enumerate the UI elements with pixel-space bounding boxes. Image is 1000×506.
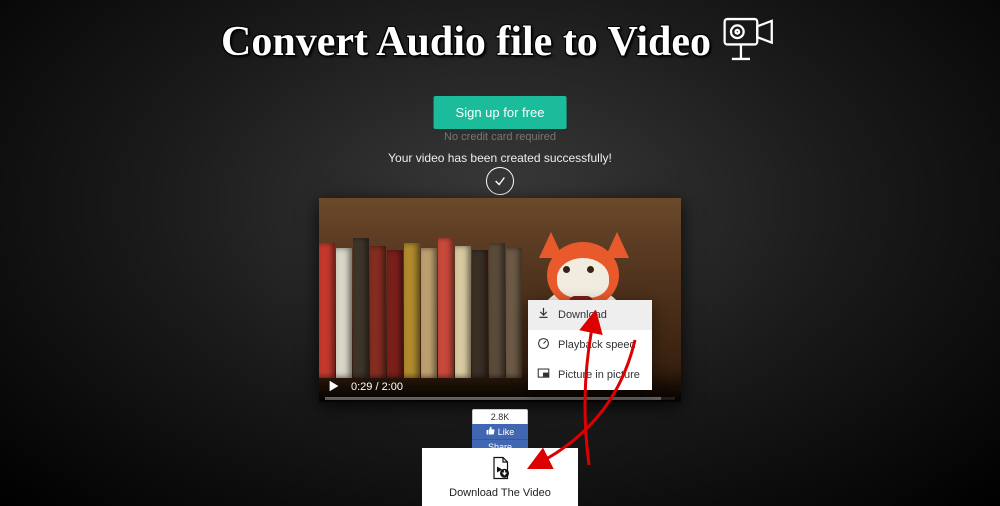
context-menu-playback-speed[interactable]: Playback speed bbox=[528, 330, 652, 360]
video-time: 0:29 / 2:00 bbox=[351, 381, 403, 393]
page-title: Convert Audio file to Video bbox=[221, 18, 711, 66]
success-message: Your video has been created successfully… bbox=[388, 151, 612, 165]
video-thumbnail bbox=[319, 228, 523, 378]
facebook-like-button[interactable]: Like bbox=[472, 424, 528, 439]
video-context-menu: Download Playback speed Picture in pictu… bbox=[528, 300, 652, 390]
context-menu-playback-label: Playback speed bbox=[558, 339, 636, 351]
download-file-icon bbox=[488, 456, 512, 483]
facebook-like-count: 2.8K bbox=[472, 409, 528, 424]
page-title-row: Convert Audio file to Video bbox=[0, 10, 1000, 73]
check-icon bbox=[486, 167, 514, 195]
thumbs-up-icon bbox=[486, 426, 495, 437]
context-menu-download[interactable]: Download bbox=[528, 300, 652, 330]
pip-icon bbox=[537, 367, 550, 383]
context-menu-pip-label: Picture in picture bbox=[558, 369, 640, 381]
context-menu-download-label: Download bbox=[558, 309, 607, 321]
video-current-time: 0:29 bbox=[351, 381, 372, 393]
video-camera-icon bbox=[721, 10, 779, 73]
no-credit-card-text: No credit card required bbox=[444, 131, 556, 143]
video-duration: 2:00 bbox=[382, 381, 403, 393]
play-icon[interactable] bbox=[327, 379, 341, 396]
speed-icon bbox=[537, 337, 550, 353]
context-menu-pip[interactable]: Picture in picture bbox=[528, 360, 652, 390]
download-video-label: Download The Video bbox=[449, 487, 551, 499]
download-icon bbox=[537, 307, 550, 323]
signup-button[interactable]: Sign up for free bbox=[434, 96, 567, 129]
download-video-card[interactable]: Download The Video bbox=[422, 448, 578, 506]
